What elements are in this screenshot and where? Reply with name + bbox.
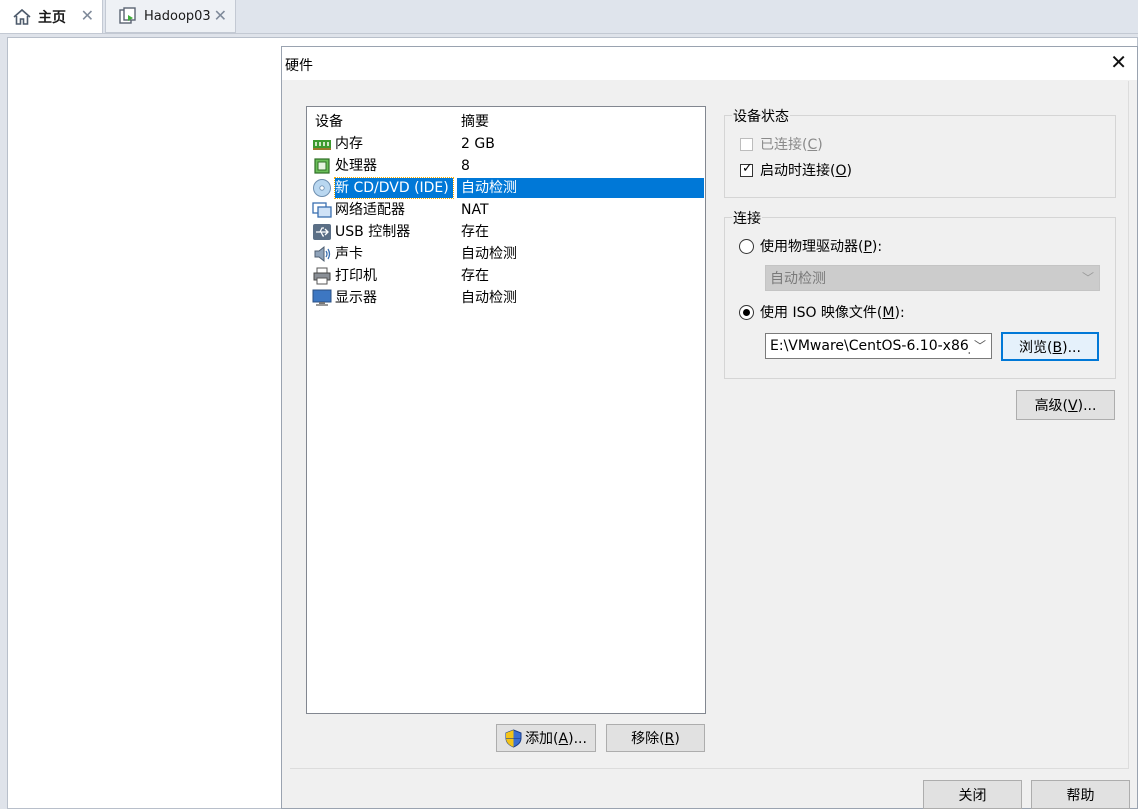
use-iso-image-radio[interactable]: 使用 ISO 映像文件(M): <box>739 302 905 322</box>
remove-button-label: 移除(R) <box>631 731 680 747</box>
hardware-dialog: 硬件 ✕ 设备 摘要 内存 2 GB 处理器 8 新 CD/DVD (IDE) … <box>281 46 1138 809</box>
add-device-button[interactable]: 添加(A)... <box>496 724 596 752</box>
device-column-header[interactable]: 设备 <box>315 111 343 131</box>
shield-icon <box>505 728 522 748</box>
iso-image-label: 使用 ISO 映像文件(M): <box>760 305 905 321</box>
device-name: 显示器 <box>335 290 377 306</box>
browse-button-label: 浏览(B)... <box>1019 339 1081 356</box>
use-physical-drive-radio[interactable]: 使用物理驱动器(P): <box>739 236 882 256</box>
network-adapter-icon <box>312 201 332 219</box>
advanced-button-label: 高级(V)... <box>1034 398 1097 414</box>
device-row-usb-controller[interactable]: USB 控制器 存在 <box>311 221 704 243</box>
device-summary: 存在 <box>461 268 489 284</box>
summary-column-header[interactable]: 摘要 <box>461 111 489 131</box>
iso-image-radio-circle <box>739 304 754 320</box>
tab-hadoop03[interactable]: Hadoop03 ✕ <box>105 0 236 33</box>
device-row-sound-card[interactable]: 声卡 自动检测 <box>311 243 704 265</box>
physical-drive-dropdown[interactable]: 自动检测 ﹀ <box>765 265 1100 291</box>
device-list[interactable]: 设备 摘要 内存 2 GB 处理器 8 新 CD/DVD (IDE) 自动检测 <box>306 106 706 714</box>
device-name: 新 CD/DVD (IDE) <box>334 177 454 199</box>
device-status-group <box>724 115 1116 198</box>
dialog-titlebar: 硬件 ✕ <box>282 47 1137 80</box>
printer-icon <box>312 267 332 285</box>
device-summary: 自动检测 <box>461 246 517 262</box>
help-button[interactable]: 帮助 <box>1031 780 1130 809</box>
home-icon <box>11 6 33 28</box>
dialog-close-icon[interactable]: ✕ <box>1110 51 1127 73</box>
connect-at-power-on-checkbox[interactable]: ✓ 启动时连接(O) <box>740 160 852 180</box>
iso-path-value: E:\VMware\CentOS-6.10-x86_ <box>770 338 970 354</box>
device-row-display[interactable]: 显示器 自动检测 <box>311 287 704 309</box>
dialog-title: 硬件 <box>285 58 313 74</box>
connected-checkbox-box <box>740 137 753 151</box>
device-name: 网络适配器 <box>335 202 405 218</box>
physical-drive-dropdown-value: 自动检测 <box>770 271 826 287</box>
add-button-label: 添加(A)... <box>525 731 587 747</box>
tab-home[interactable]: 主页 ✕ <box>0 0 103 33</box>
tab-home-close-icon[interactable]: ✕ <box>81 6 94 25</box>
device-status-group-label: 设备状态 <box>732 106 790 126</box>
connected-checkbox[interactable]: 已连接(C) <box>740 134 823 154</box>
device-row-cd-dvd[interactable]: 新 CD/DVD (IDE) 自动检测 <box>311 177 704 199</box>
connect-at-power-on-checkbox-box: ✓ <box>740 160 753 177</box>
chevron-down-icon: ﹀ <box>973 339 986 353</box>
display-icon <box>312 289 332 307</box>
remove-device-button[interactable]: 移除(R) <box>606 724 705 752</box>
browse-button[interactable]: 浏览(B)... <box>1001 332 1099 361</box>
close-button[interactable]: 关闭 <box>923 780 1022 809</box>
device-list-header: 设备 摘要 <box>307 109 705 131</box>
device-name: 打印机 <box>335 268 377 284</box>
tab-bar: 主页 ✕ Hadoop03 ✕ <box>0 0 1138 34</box>
tab-home-label: 主页 <box>38 9 66 26</box>
advanced-button[interactable]: 高级(V)... <box>1016 390 1115 420</box>
connect-at-power-on-label: 启动时连接(O) <box>760 163 852 179</box>
sound-card-icon <box>312 245 332 263</box>
usb-icon <box>312 223 332 241</box>
vm-icon <box>117 5 139 27</box>
processor-icon <box>312 157 332 175</box>
device-summary: 自动检测 <box>461 290 517 306</box>
iso-path-combobox[interactable]: E:\VMware\CentOS-6.10-x86_ ﹀ <box>765 333 992 359</box>
physical-drive-label: 使用物理驱动器(P): <box>760 239 883 255</box>
memory-icon <box>312 135 332 153</box>
connected-label: 已连接(C) <box>760 137 823 153</box>
device-summary: 自动检测 <box>461 180 517 196</box>
device-row-printer[interactable]: 打印机 存在 <box>311 265 704 287</box>
device-row-memory[interactable]: 内存 2 GB <box>311 133 704 155</box>
device-name: 声卡 <box>335 246 363 262</box>
tab-hadoop03-close-icon[interactable]: ✕ <box>214 6 227 25</box>
device-summary: NAT <box>461 202 489 218</box>
device-name: USB 控制器 <box>335 224 411 240</box>
checkmark-icon: ✓ <box>742 160 753 176</box>
device-row-processor[interactable]: 处理器 8 <box>311 155 704 177</box>
tab-hadoop03-label: Hadoop03 <box>144 8 211 24</box>
connection-group-label: 连接 <box>732 208 762 228</box>
device-summary: 存在 <box>461 224 489 240</box>
device-name: 内存 <box>335 136 363 152</box>
device-summary: 8 <box>461 158 470 174</box>
device-name: 处理器 <box>335 158 377 174</box>
device-row-network-adapter[interactable]: 网络适配器 NAT <box>311 199 704 221</box>
chevron-down-icon: ﹀ <box>1081 271 1094 285</box>
device-summary: 2 GB <box>461 136 495 152</box>
cd-dvd-icon <box>312 179 332 197</box>
physical-drive-radio-circle <box>739 238 754 254</box>
